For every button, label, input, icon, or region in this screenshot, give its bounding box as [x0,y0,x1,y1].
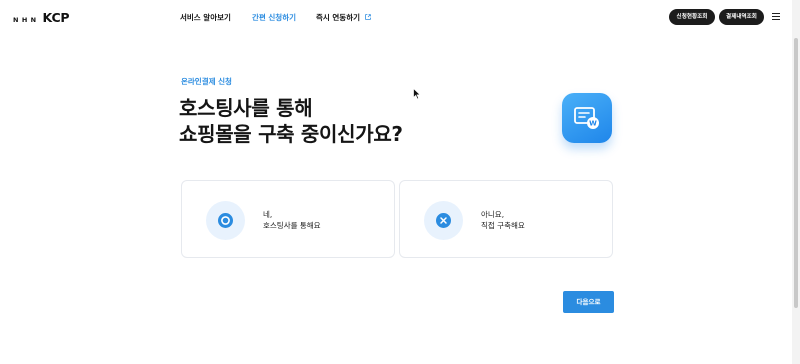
payment-history-button[interactable]: 결제내역조회 [719,9,764,25]
logo-brand: KCP [42,10,70,25]
option-yes-line2: 호스팅사를 통해요 [263,221,321,230]
apply-status-button[interactable]: 신청현황조회 [669,9,715,25]
page-title: 호스팅사를 통해 쇼핑몰을 구축 중이신가요? [179,95,403,147]
logo[interactable]: NHN KCP [13,10,70,25]
page-title-line2: 쇼핑몰을 구축 중이신가요? [179,122,403,146]
site-header: NHN KCP 서비스 알아보기 간편 신청하기 즉시 연동하기 신청현황조회 … [0,0,800,36]
option-yes-text: 네, 호스팅사를 통해요 [263,209,321,231]
option-yes-badge [206,201,245,240]
option-no-card[interactable]: 아니요, 직접 구축해요 [399,180,613,258]
nav-instant-integration-label: 즉시 연동하기 [316,13,361,22]
mouse-cursor-icon [413,88,421,100]
option-no-badge [424,201,463,240]
nav-instant-integration[interactable]: 즉시 연동하기 [316,12,371,23]
page-title-line1: 호스팅사를 통해 [179,96,313,120]
x-icon [436,213,451,228]
hamburger-icon[interactable] [772,13,780,21]
scrollbar-thumb[interactable] [794,38,798,308]
next-button[interactable]: 다음으로 [563,291,614,313]
option-yes-card[interactable]: 네, 호스팅사를 통해요 [181,180,395,258]
nav-easy-apply[interactable]: 간편 신청하기 [252,12,296,23]
section-eyebrow: 온라인결제 신청 [181,77,232,86]
option-no-line1: 아니요, [481,210,505,219]
circle-icon [218,213,233,228]
option-no-line2: 직접 구축해요 [481,221,525,230]
payment-card-icon: W [562,93,612,143]
external-link-icon [364,14,371,20]
svg-text:W: W [589,120,597,128]
logo-prefix: NHN [13,16,40,24]
option-yes-line1: 네, [263,210,273,219]
option-no-text: 아니요, 직접 구축해요 [481,209,525,231]
nav-service-info[interactable]: 서비스 알아보기 [180,12,231,23]
scrollbar[interactable] [792,0,800,364]
